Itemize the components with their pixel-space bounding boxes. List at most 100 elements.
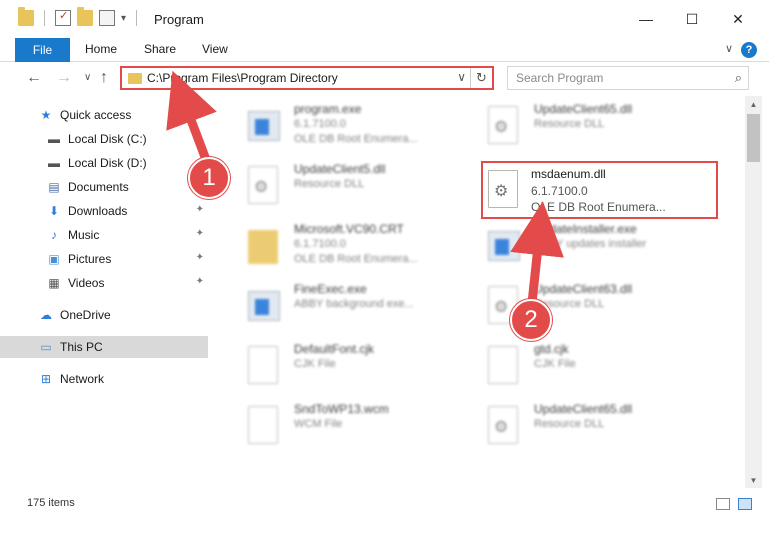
- search-input[interactable]: Search Program: [516, 71, 603, 85]
- file-description: OLE DB Root Enumera...: [294, 253, 418, 265]
- address-dropdown-icon[interactable]: ∨: [457, 70, 466, 84]
- title-bar: ▾ Program — ☐ ✕: [0, 0, 769, 38]
- sidebar-item-this-pc[interactable]: ▭ This PC: [0, 336, 208, 358]
- file-tile[interactable]: UpdateClient65.dll Resource DLL: [476, 100, 716, 150]
- download-icon: ⬇: [48, 204, 60, 218]
- quick-access-toolbar: ▾: [18, 7, 141, 26]
- sidebar-item-pictures[interactable]: ▣ Pictures ✦: [0, 248, 208, 270]
- sidebar-item-label: Documents: [68, 180, 129, 194]
- recent-locations-button[interactable]: ∨: [84, 72, 91, 83]
- sidebar-item-label: Downloads: [68, 204, 128, 218]
- tab-share[interactable]: Share: [144, 42, 176, 56]
- file-name: SndToWP13.wcm: [294, 402, 389, 416]
- drive-icon: ▬: [48, 132, 60, 146]
- file-description: OLE DB Root Enumera...: [531, 200, 666, 214]
- sidebar-item-videos[interactable]: ▦ Videos ✦: [0, 272, 208, 294]
- tab-view[interactable]: View: [202, 42, 228, 56]
- file-tile[interactable]: DefaultFont.cjk CJK File: [236, 340, 476, 390]
- file-tile[interactable]: gtd.cjk CJK File: [476, 340, 716, 390]
- sidebar-item-label: OneDrive: [60, 308, 111, 322]
- file-name: program.exe: [294, 102, 362, 116]
- sidebar-item-local-disk-c[interactable]: ▬ Local Disk (C:): [0, 128, 208, 150]
- view-options-icon[interactable]: [99, 10, 115, 26]
- dll-file-icon: [488, 106, 522, 146]
- file-tile[interactable]: UpdateClient5.dll Resource DLL: [236, 160, 476, 210]
- ribbon-collapse-icon[interactable]: ∨: [725, 42, 733, 55]
- minimize-button[interactable]: —: [623, 0, 669, 38]
- sidebar-item-label: This PC: [60, 340, 103, 354]
- sidebar-item-label: Music: [68, 228, 100, 242]
- file-tile[interactable]: UpdateInstaller.exe ABBY updates installe…: [476, 220, 716, 270]
- pin-icon[interactable]: ✦: [196, 252, 204, 263]
- back-button[interactable]: ←: [26, 69, 42, 87]
- folder-icon: [18, 7, 34, 26]
- music-icon: ♪: [51, 228, 57, 242]
- tab-home[interactable]: Home: [85, 42, 117, 56]
- scroll-down-icon[interactable]: ▼: [745, 472, 762, 488]
- file-tile[interactable]: UpdateClient65.dll Resource DLL: [476, 400, 716, 450]
- file-detail: Resource DLL: [534, 418, 605, 430]
- pin-icon[interactable]: ✦: [196, 228, 204, 239]
- scroll-up-icon[interactable]: ▲: [745, 96, 762, 112]
- sidebar-item-local-disk-d[interactable]: ▬ Local Disk (D:): [0, 152, 208, 174]
- ribbon: File Home Share View ∨ ?: [0, 38, 769, 62]
- drive-icon: ▬: [48, 156, 60, 170]
- document-icon: [248, 346, 282, 386]
- scroll-thumb[interactable]: [747, 114, 760, 162]
- dll-file-icon: [248, 166, 282, 206]
- file-detail: ABBY background exe...: [294, 298, 414, 310]
- address-bar[interactable]: C:\Program Files\Program Directory ∨ ↻: [120, 66, 494, 90]
- sidebar-item-label: Videos: [68, 276, 105, 290]
- dll-file-icon: [488, 170, 522, 210]
- details-view-icon[interactable]: [716, 498, 730, 510]
- documents-icon: ▤: [48, 180, 60, 194]
- sidebar-item-downloads[interactable]: ⬇ Downloads ✦: [0, 200, 208, 222]
- file-tile[interactable]: Microsoft.VC90.CRT 6.1.7100.0 OLE DB Root …: [236, 220, 476, 270]
- step-2-badge: 2: [510, 299, 552, 341]
- star-icon: ★: [40, 108, 52, 122]
- sidebar-item-music[interactable]: ♪ Music ✦: [0, 224, 208, 246]
- navigation-pane: ★ Quick access ▬ Local Disk (C:) ▬ Local Disk…: [0, 96, 210, 488]
- sidebar-item-label: Quick access: [60, 108, 132, 122]
- sidebar-item-onedrive[interactable]: ☁ OneDrive: [0, 304, 208, 326]
- document-icon: [248, 406, 282, 446]
- pin-icon[interactable]: ✦: [196, 276, 204, 287]
- customize-toolbar-icon[interactable]: ▾: [121, 13, 126, 24]
- address-path[interactable]: C:\Program Files\Program Directory: [147, 71, 338, 85]
- file-detail: ABBY updates installer: [534, 238, 647, 250]
- sidebar-item-network[interactable]: ⊞ Network: [0, 368, 208, 390]
- sidebar-item-documents[interactable]: ▤ Documents: [0, 176, 208, 198]
- folder-icon: [248, 226, 282, 266]
- refresh-button[interactable]: ↻: [470, 68, 492, 88]
- application-icon: [248, 106, 282, 146]
- tiles-view-icon[interactable]: [738, 498, 752, 510]
- highlighted-file-tile[interactable]: msdaenum.dll 6.1.7100.0 OLE DB Root Enum…: [481, 161, 718, 219]
- document-icon: [488, 346, 522, 386]
- help-icon[interactable]: ?: [741, 42, 757, 58]
- maximize-button[interactable]: ☐: [669, 0, 715, 38]
- search-box[interactable]: Search Program ⌕: [507, 66, 749, 90]
- close-button[interactable]: ✕: [715, 0, 761, 38]
- properties-icon[interactable]: [55, 9, 71, 26]
- tab-file[interactable]: File: [15, 38, 70, 62]
- dll-file-icon: [488, 406, 522, 446]
- file-tile[interactable]: SndToWP13.wcm WCM File: [236, 400, 476, 450]
- sidebar-item-quick-access[interactable]: ★ Quick access: [0, 104, 208, 126]
- file-tile[interactable]: FineExec.exe ABBY background exe...: [236, 280, 476, 330]
- sidebar-item-label: Local Disk (C:): [68, 132, 147, 146]
- file-detail: 6.1.7100.0: [294, 238, 346, 250]
- up-button[interactable]: ↑: [100, 69, 108, 87]
- file-tile[interactable]: program.exe 6.1.7100.0 OLE DB Root Enumera…: [236, 100, 476, 150]
- vertical-scrollbar[interactable]: ▲ ▼: [745, 96, 762, 488]
- computer-icon: ▭: [40, 340, 52, 354]
- file-name: UpdateClient65.dll: [534, 402, 633, 416]
- search-icon[interactable]: ⌕: [735, 70, 742, 86]
- forward-button[interactable]: →: [56, 69, 72, 87]
- file-name: UpdateClient63.dll: [534, 282, 633, 296]
- step-1-badge: 1: [188, 157, 230, 199]
- file-name: msdaenum.dll: [531, 167, 606, 181]
- new-folder-icon[interactable]: [77, 7, 93, 26]
- application-icon: [248, 286, 282, 326]
- pin-icon[interactable]: ✦: [196, 204, 204, 215]
- file-detail: CJK File: [534, 358, 576, 370]
